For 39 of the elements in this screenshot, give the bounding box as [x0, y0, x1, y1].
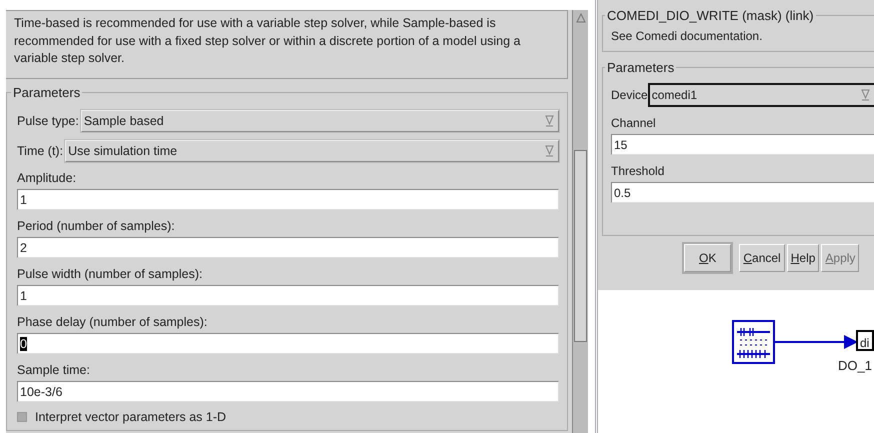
dialog-button[interactable]: Help [786, 244, 820, 272]
dropdown-arrow-icon [861, 89, 870, 101]
block-icon-text: di [860, 337, 870, 349]
scroll-up-icon[interactable] [574, 12, 586, 24]
dialog-title: COMEDI_DIO_WRITE (mask) (link) [606, 8, 815, 23]
checkbox[interactable] [17, 412, 27, 422]
dropdown[interactable]: comedi1 [648, 83, 874, 107]
input-field[interactable]: 2 [17, 237, 559, 258]
field-label: Pulse type: [17, 114, 79, 128]
field-label: Amplitude: [17, 171, 78, 185]
block-label: DO_1 [838, 358, 872, 373]
field-label: Sample time: [17, 363, 91, 377]
input-field[interactable]: 15 [611, 134, 874, 155]
input-field[interactable]: 1 [17, 285, 559, 306]
input-field[interactable]: 0.5 [611, 182, 874, 203]
field-label: Time (t): [17, 144, 64, 158]
group-title: Parameters [606, 60, 676, 75]
scrollbar[interactable] [572, 10, 588, 433]
group-title: Parameters [12, 85, 82, 100]
dropdown[interactable]: Use simulation time [65, 140, 559, 162]
input-field[interactable]: 1 [17, 189, 559, 210]
field-label: Device [611, 88, 648, 102]
field-label: Phase delay (number of samples): [17, 315, 208, 329]
dialog-button[interactable]: Cancel [739, 244, 785, 272]
description-text: Time-based is recommended for use with a variable step solver, while Sample-based is recommended for use with a fixed step solver or within a discrete portion of a model using a variable step solver. [6, 10, 568, 79]
input-field[interactable]: 0 [17, 333, 559, 354]
field-label: Channel [611, 116, 657, 130]
dropdown-arrow-icon [545, 145, 554, 157]
field-label: Threshold [611, 164, 666, 178]
field-label: Period (number of samples): [17, 219, 176, 233]
checkbox-label: Interpret vector parameters as 1-D [35, 410, 226, 424]
dropdown[interactable]: Sample based [80, 110, 559, 132]
field-label: Pulse width (number of samples): [17, 267, 204, 281]
input-field[interactable]: 10e-3/6 [17, 381, 559, 402]
dropdown-arrow-icon [545, 115, 554, 127]
dialog-button[interactable]: OK [684, 244, 732, 272]
scroll-thumb[interactable] [574, 150, 587, 342]
pulse-generator-block [732, 320, 775, 364]
description-text: See Comedi documentation. [611, 29, 764, 43]
